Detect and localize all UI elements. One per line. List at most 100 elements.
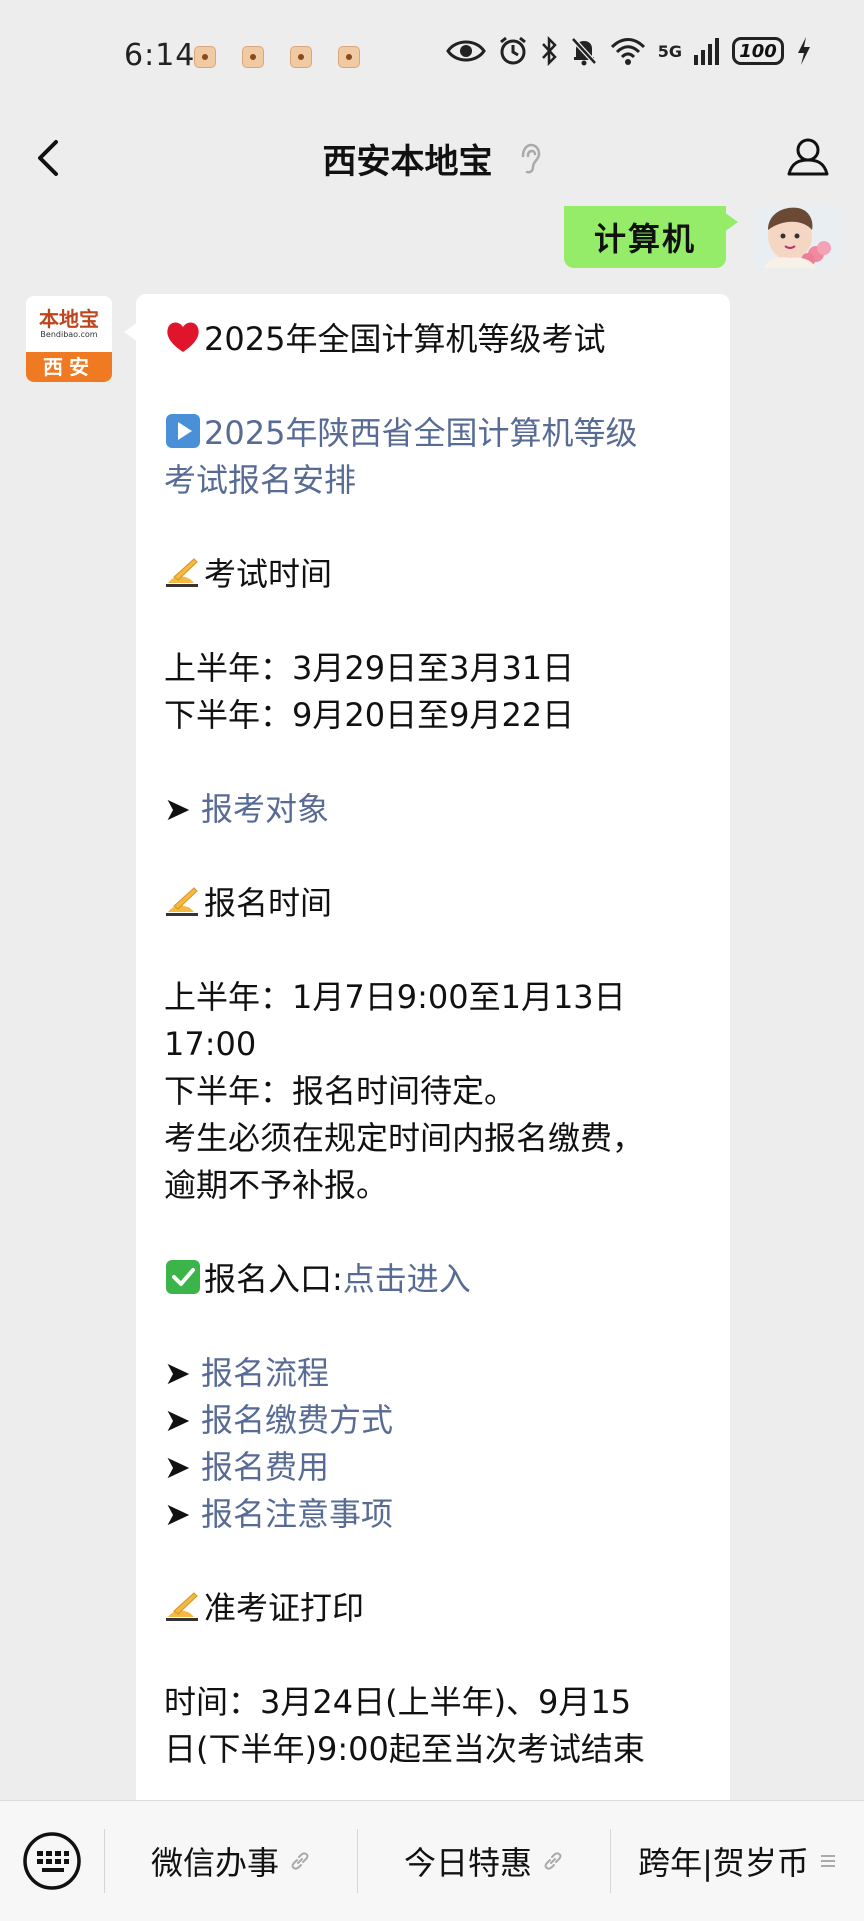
ear-icon [521,143,540,173]
writing-hand-icon [166,1592,198,1621]
writing-hand-icon [166,887,198,916]
chat-area[interactable]: 计算机 本地宝 Bendibao.com 西安 2025年全国计算机等级考试 2… [0,206,864,1800]
reg-note-a: 考生必须在规定时间内报名缴费， [164,1119,645,1157]
applicants-link-line[interactable]: ➤ 报考对象 [164,786,704,833]
user-avatar[interactable] [754,206,840,268]
reg-second: 下半年：报名时间待定。 [164,1072,517,1110]
app-notification-icon [290,46,312,68]
chat-title: 西安本地宝 [322,142,493,182]
keyboard-button[interactable] [22,1831,82,1891]
admission-heading: 准考证打印 [204,1589,365,1627]
notes-link-line[interactable]: ➤ 报名注意事项 [164,1491,704,1538]
reg-note-b: 逾期不予补报。 [164,1166,389,1204]
status-bar: 6:14 5G 100 [0,0,864,110]
battery-indicator: 100 [732,37,784,65]
alarm-icon [499,36,526,65]
received-message-bubble[interactable]: 2025年全国计算机等级考试 2025年陕西省全国计算机等级 考试报名安排 考试… [124,294,730,1800]
play-icon [166,414,200,448]
arrow-icon: ➤ [164,1495,191,1533]
message-title: 2025年全国计算机等级考试 [204,320,606,358]
process-link-line[interactable]: ➤ 报名流程 [164,1350,704,1397]
sent-message-bubble[interactable]: 计算机 [563,206,739,268]
logo-text: 本地宝 [39,307,99,331]
app-notification-icon [338,46,360,68]
logo-city: 西安 [26,352,112,382]
menu-item-label: 微信办事 [150,1844,279,1882]
arrow-icon: ➤ [164,1354,191,1392]
bluetooth-icon [541,36,557,66]
profile-button[interactable] [784,130,832,186]
admission-a: 时间：3月24日(上半年)、9月15 [164,1683,632,1721]
arrow-icon: ➤ [164,790,191,828]
app-notification-icon [194,46,216,68]
exam-time-first: 上半年：3月29日至3月31日 [164,649,575,687]
check-icon [166,1260,200,1294]
fee-link-line[interactable]: ➤ 报名费用 [164,1444,704,1491]
menu-item-new-year-coin[interactable]: 跨年|贺岁币 [611,1801,864,1921]
logo-domain: Bendibao.com [40,330,98,339]
arrow-icon: ➤ [164,1401,191,1439]
applicants-link[interactable]: 报考对象 [201,790,329,828]
link-icon [291,1852,309,1870]
article-link-part1[interactable]: 2025年陕西省全国计算机等级 [204,414,637,452]
notes-link[interactable]: 报名注意事项 [201,1495,393,1533]
writing-hand-icon [166,558,198,587]
menu-lines-icon [820,1855,835,1867]
entry-label: 报名入口: [204,1260,343,1298]
process-link[interactable]: 报名流程 [201,1354,329,1392]
link-icon [544,1852,562,1870]
reg-first-b: 17:00 [164,1025,257,1063]
menu-item-today-deals[interactable]: 今日特惠 [358,1801,610,1921]
admission-heading-line: 准考证打印 [164,1585,704,1632]
eye-icon [445,40,486,62]
payment-link[interactable]: 报名缴费方式 [201,1401,393,1439]
message-title-line: 2025年全国计算机等级考试 [164,316,704,363]
menu-item-label: 今日特惠 [403,1844,532,1882]
payment-link-line[interactable]: ➤ 报名缴费方式 [164,1397,704,1444]
title-wrap: 西安本地宝 [0,134,864,183]
bottom-menu-bar: 微信办事 今日特惠 跨年|贺岁币 [0,1800,864,1921]
bot-avatar[interactable]: 本地宝 Bendibao.com 西安 [26,296,112,382]
logo-top: 本地宝 Bendibao.com [26,296,112,352]
fee-link[interactable]: 报名费用 [201,1448,329,1486]
app-notification-icon [242,46,264,68]
entry-line: 报名入口:点击进入 [164,1256,704,1303]
battery-level: 100 [739,40,777,62]
keyboard-icon [23,1832,81,1890]
entry-link[interactable]: 点击进入 [343,1260,471,1298]
article-link-part2[interactable]: 考试报名安排 [164,457,704,504]
exam-time-heading: 考试时间 [204,555,333,593]
network-type: 5G [657,41,682,61]
notification-icons [194,46,360,68]
menu-item-wechat-services[interactable]: 微信办事 [105,1801,357,1921]
wifi-icon [610,38,645,65]
status-time: 6:14 [124,38,196,73]
reg-first-a: 上半年：1月7日9:00至1月13日 [164,978,626,1016]
mute-bell-icon [570,37,597,66]
user-avatar-image [754,206,840,268]
arrow-icon: ➤ [164,1448,191,1486]
sent-message-text: 计算机 [593,220,696,258]
article-link-line[interactable]: 2025年陕西省全国计算机等级 [164,410,704,457]
chat-header: 西安本地宝 [0,110,864,206]
reg-time-heading: 报名时间 [204,884,333,922]
admission-b: 日(下半年)9:00起至当次考试结束 [164,1730,645,1768]
charging-icon [798,37,810,65]
heart-icon [167,322,199,352]
system-icons: 5G 100 [445,36,812,66]
reg-time-heading-line: 报名时间 [164,880,704,927]
exam-time-second: 下半年：9月20日至9月22日 [164,696,575,734]
profile-icon [787,138,829,176]
exam-time-heading-line: 考试时间 [164,551,704,598]
signal-icon [694,38,719,65]
